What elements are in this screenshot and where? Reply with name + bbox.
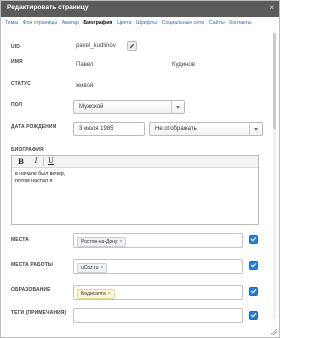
edit-uid-button[interactable] [127,41,137,51]
tab-colors[interactable]: Цвета [117,20,131,26]
editor-toolbar: B I U [12,156,258,168]
tags-label: ТЕГИ (ПРИМЕЧАНИЯ) [11,310,67,316]
tab-avatar[interactable]: Аватар [62,20,79,26]
education-tag: Бодиcaптa × [77,289,115,299]
last-name-value: Кудинов [172,62,195,68]
places-tag-input[interactable]: Ростов-на-Дону × [73,233,243,248]
edit-page-dialog: Редактировать страницу × Темы Фон страни… [0,0,280,338]
first-name-value: Павел [76,62,94,68]
close-icon[interactable]: × [269,3,274,13]
vertical-scrollbar[interactable] [273,33,276,319]
tab-social[interactable]: Социальные сети [162,20,205,26]
name-label: ИМЯ [11,59,23,65]
place-tag-label: Ростов-на-Дону [81,239,118,245]
work-tag-input[interactable]: uCoz.ru × [73,259,243,274]
biography-label: БИОГРАФИЯ [11,147,44,153]
status-value[interactable]: живой [76,83,93,89]
tab-fonts[interactable]: Шрифты [136,20,157,26]
italic-button[interactable]: I [31,157,41,166]
tab-contacts[interactable]: Контакты [229,20,251,26]
uid-value: pavel_kudlinov [76,43,116,49]
remove-tag-icon[interactable]: × [119,239,122,245]
biography-editor: B I U в начале был вечер, потом настал я [11,155,259,225]
toolbar-divider [43,157,44,166]
underline-button[interactable]: U [46,157,56,166]
gender-select[interactable]: Мужской [73,100,185,114]
birthdate-value: 3 июля 1985 [79,126,114,132]
birthdate-label: ДАТА РОЖДЕНИЯ [11,124,57,130]
birthdate-visibility-value: Не отображать [155,126,197,132]
work-label: МЕСТА РАБОТЫ [11,262,53,268]
biography-line: в начале был вечер, [15,171,66,177]
dialog-title: Редактировать страницу [7,4,89,11]
tab-sites[interactable]: Сайты [209,20,225,26]
education-visible-checkbox[interactable] [249,287,258,296]
tab-background[interactable]: Фон страницы [23,20,57,26]
gender-label: ПОЛ [11,102,23,108]
status-label: СТАТУС [11,81,31,87]
scrollbar-thumb[interactable] [273,33,276,129]
place-tag: Ростов-на-Дону × [77,237,127,247]
chevron-down-icon [249,123,262,135]
chevron-down-icon [171,101,184,113]
work-tag: uCoz.ru × [77,263,108,273]
birthdate-visibility-select[interactable]: Не отображать [149,122,263,136]
tab-themes[interactable]: Темы [5,20,18,26]
tags-input[interactable] [73,308,243,323]
remove-tag-icon[interactable]: × [108,291,111,297]
biography-text-area[interactable]: в начале был вечер, потом настал я [15,171,255,184]
remove-tag-icon[interactable]: × [101,265,104,271]
places-label: МЕСТА [11,237,29,243]
gender-selected-value: Мужской [79,104,104,110]
dialog-titlebar: Редактировать страницу × [1,1,279,17]
resize-grip-icon[interactable] [271,329,277,335]
biography-line: потом настал я [15,177,53,184]
education-tag-input[interactable]: Бодиcaптa × [73,285,243,300]
tab-bar: Темы Фон страницы Аватар Биография Цвета… [5,20,277,30]
places-visible-checkbox[interactable] [249,235,258,244]
education-label: ОБРАЗОВАНИЕ [11,287,51,293]
tags-visible-checkbox[interactable] [249,311,258,320]
education-tag-label: Бодиcaптa [81,291,106,297]
tab-biography[interactable]: Биография [83,20,112,26]
bold-button[interactable]: B [16,157,26,166]
work-visible-checkbox[interactable] [249,261,258,270]
birthdate-field[interactable]: 3 июля 1985 [73,122,145,136]
pencil-icon [129,43,135,49]
work-tag-label: uCoz.ru [81,265,99,271]
uid-label: UID [11,44,20,50]
